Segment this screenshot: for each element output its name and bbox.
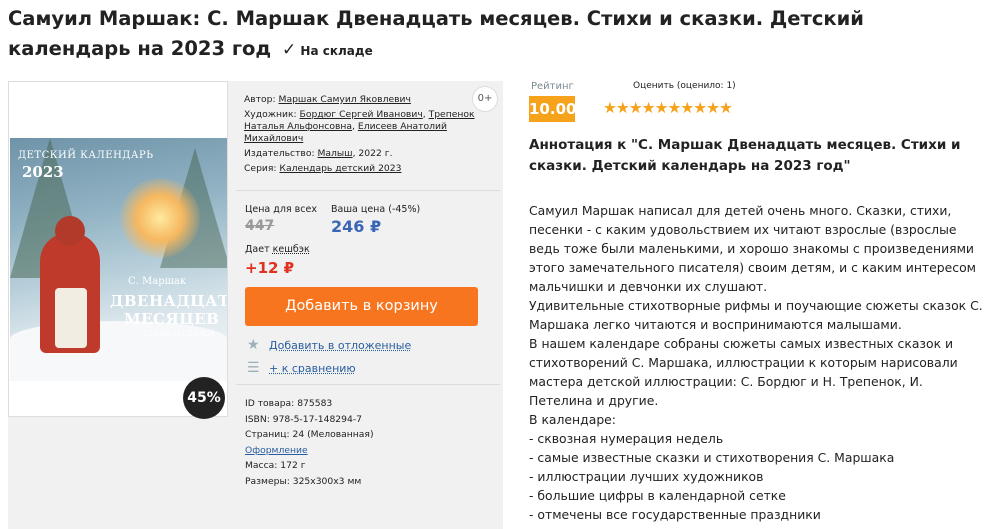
cover-year: 2023 <box>22 163 64 181</box>
artist-link[interactable]: Бордюг Сергей Иванович <box>300 109 423 120</box>
star-icon: ★ <box>247 337 260 353</box>
spec-id: ID товара: 875583 <box>245 398 333 409</box>
list-item: - сквозная нумерация недель <box>529 431 724 446</box>
meta-author: Автор: Маршак Самуил Яковлевич <box>244 94 494 106</box>
checkmark-icon: ✓ <box>281 40 297 60</box>
spec-design-link[interactable]: Оформление <box>245 443 495 459</box>
annotation-title: Аннотация к "С. Маршак Двенадцать месяце… <box>529 137 961 174</box>
add-to-wishlist[interactable]: ★ Добавить в отложенные <box>247 337 411 353</box>
cover-author: С. Маршак <box>128 276 187 287</box>
spec-pages: Страниц: 24 (Мелованная) <box>245 429 374 440</box>
cover-title-line1: ДВЕНАДЦАТЬ <box>110 292 227 310</box>
add-to-compare[interactable]: ☰ + к сравнению <box>247 360 356 376</box>
list-item: - большие цифры в календарной сетке <box>529 488 786 503</box>
meta-series: Серия: Календарь детский 2023 <box>244 163 494 175</box>
list-icon: ☰ <box>247 360 260 376</box>
cashback-prefix: Дает <box>245 244 270 255</box>
meta-artist: Художник: Бордюг Сергей Иванович, Трепен… <box>244 109 475 144</box>
add-to-cart-button[interactable]: Добавить в корзину <box>245 287 478 326</box>
spec-weight: Масса: 172 г <box>245 460 306 471</box>
old-price: 447 <box>245 218 275 234</box>
cover-title-line2: МЕСЯЦЕВ <box>124 310 220 328</box>
wishlist-label[interactable]: Добавить в отложенные <box>269 339 411 352</box>
series-label: Серия: <box>244 163 277 174</box>
divider <box>236 190 500 191</box>
author-link[interactable]: Маршак Самуил Яковлевич <box>279 94 411 105</box>
rate-it-link[interactable]: Оценить (оценило: 1) <box>633 81 736 91</box>
annotation-paragraph: Удивительные стихотворные рифмы и поучаю… <box>529 298 983 332</box>
series-link[interactable]: Календарь детский 2023 <box>279 163 401 174</box>
publisher-link[interactable]: Малыш <box>318 148 353 159</box>
publisher-year: , 2022 г. <box>352 148 393 159</box>
in-stock-label: На складе <box>300 44 373 58</box>
compare-label[interactable]: + к сравнению <box>269 362 356 375</box>
annotation-text: Самуил Маршак написал для детей очень мн… <box>529 201 989 524</box>
divider <box>236 384 500 385</box>
spec-size: Размеры: 325x300x3 мм <box>245 475 362 487</box>
price-your-label: Ваша цена (-45%) <box>331 204 421 215</box>
cover-girl-apron <box>55 288 87 348</box>
book-cover-image[interactable]: ДЕТСКИЙ КАЛЕНДАРЬ 2023 С. Маршак ДВЕНАДЦ… <box>10 138 227 381</box>
rating-value: 10.00 <box>529 96 576 122</box>
artist-label: Художник: <box>244 109 297 120</box>
new-price: 246 ₽ <box>331 217 382 236</box>
annotation-paragraph: Самуил Маршак написал для детей очень мн… <box>529 203 977 294</box>
cover-subtitle: СТИХИ И СКАЗКИ <box>144 330 214 338</box>
discount-badge: 45% <box>183 377 225 419</box>
cover-campfire <box>120 178 200 258</box>
list-item: - иллюстрации лучших художников <box>529 469 764 484</box>
price-all-label: Цена для всех <box>245 204 317 215</box>
cashback-value: +12 ₽ <box>245 259 295 277</box>
list-item: - самые известные сказки и стихотворения… <box>529 450 895 465</box>
spec-isbn: ISBN: 978-5-17-148294-7 <box>245 413 362 425</box>
product-specs: ID товара: 875583 ISBN: 978-5-17-148294-… <box>245 396 495 489</box>
product-title: Самуил Маршак: С. Маршак Двенадцать меся… <box>8 4 993 66</box>
annotation-paragraph: В календаре: <box>529 412 616 427</box>
in-stock-status: ✓ На складе <box>282 40 373 60</box>
cover-girl-head <box>55 216 85 246</box>
product-meta: Автор: Маршак Самуил Яковлевич Художник:… <box>244 94 494 178</box>
list-item: - отмечены все государственные праздники <box>529 507 821 522</box>
cashback-label: Дает кешбэк <box>245 244 310 255</box>
rating-stars-icon[interactable]: ★★★★★★★★★★ <box>603 99 733 117</box>
cashback-info-link[interactable]: кешбэк <box>273 244 310 255</box>
cover-calendar-label: ДЕТСКИЙ КАЛЕНДАРЬ <box>18 150 154 161</box>
publisher-label: Издательство: <box>244 148 315 159</box>
product-title-text: Самуил Маршак: С. Маршак Двенадцать меся… <box>8 7 864 60</box>
meta-publisher: Издательство: Малыш, 2022 г. <box>244 148 494 160</box>
author-label: Автор: <box>244 94 276 105</box>
rating-label: Рейтинг <box>531 81 574 92</box>
annotation-paragraph: В нашем календаре собраны сюжеты самых и… <box>529 336 958 408</box>
